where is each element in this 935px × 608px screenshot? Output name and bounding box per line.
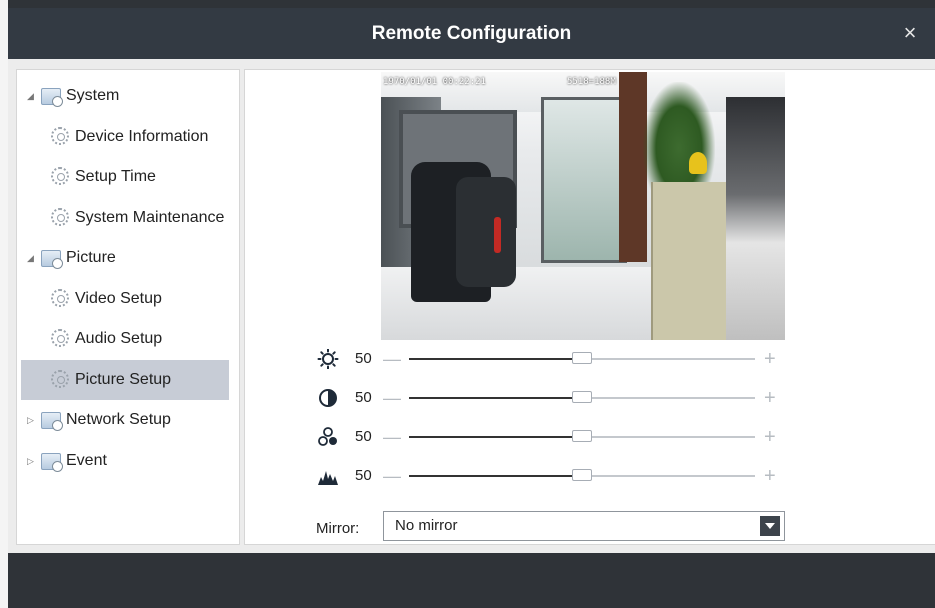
gear-icon xyxy=(51,288,69,307)
contrast-value: 50 xyxy=(355,389,372,406)
title-bar[interactable]: Remote Configuration × xyxy=(8,8,935,59)
tree-item-label: Picture Setup xyxy=(75,370,172,388)
tree-item-picture[interactable]: ◢ Picture xyxy=(17,238,239,278)
contrast-slider-fill xyxy=(409,397,582,399)
saturation-icon xyxy=(317,427,339,447)
tree-item-label: Device Information xyxy=(75,127,209,145)
mirror-label: Mirror: xyxy=(316,520,360,537)
collapsed-arrow-icon[interactable]: ▷ xyxy=(27,400,34,440)
osd-text: 5518=188M xyxy=(567,77,616,87)
mirror-selected-value: No mirror xyxy=(395,517,458,534)
brightness-slider-track[interactable] xyxy=(409,352,755,364)
camera-preview: 1970/01/01 00:22:21 5518=188M xyxy=(381,72,785,340)
gear-icon xyxy=(51,126,69,145)
brightness-increase-button[interactable]: + xyxy=(764,347,776,371)
expanded-arrow-icon[interactable]: ◢ xyxy=(27,238,34,278)
gear-icon xyxy=(51,329,69,347)
saturation-slider-fill xyxy=(409,436,582,438)
tree-item-event[interactable]: ▷ Event xyxy=(17,441,239,481)
saturation-slider-track[interactable] xyxy=(409,430,755,442)
tree-item-label: Picture xyxy=(66,249,116,266)
preview-glass-door xyxy=(541,97,627,263)
preview-cabinet xyxy=(651,182,733,340)
brightness-slider-handle[interactable] xyxy=(572,352,592,364)
close-icon[interactable]: × xyxy=(899,22,921,44)
tree-item-device-information[interactable]: Device Information xyxy=(17,117,239,157)
folder-settings-icon xyxy=(41,250,63,269)
mirror-select[interactable]: No mirror xyxy=(383,511,785,541)
saturation-increase-button[interactable]: + xyxy=(764,425,776,449)
osd-timestamp: 1970/01/01 00:22:21 xyxy=(383,77,486,87)
folder-settings-icon xyxy=(41,412,63,431)
collapsed-arrow-icon[interactable]: ▷ xyxy=(27,441,34,481)
folder-settings-icon xyxy=(41,88,63,107)
saturation-slider-handle[interactable] xyxy=(572,430,592,442)
tree-item-audio-setup[interactable]: Audio Setup xyxy=(17,319,239,359)
brightness-slider-fill xyxy=(409,358,582,360)
sharpness-slider-fill xyxy=(409,475,582,477)
dialog-title: Remote Configuration xyxy=(371,23,572,44)
preview-fire-extinguisher xyxy=(494,217,501,253)
sharpness-slider-track[interactable] xyxy=(409,469,755,481)
brightness-decrease-button[interactable]: — xyxy=(383,347,401,371)
background-strip xyxy=(0,0,8,608)
saturation-decrease-button[interactable]: — xyxy=(383,425,401,449)
preview-shelf xyxy=(726,97,785,340)
tree-item-label: Event xyxy=(66,451,107,469)
contrast-slider-track[interactable] xyxy=(409,391,755,403)
sharpness-value: 50 xyxy=(355,467,372,484)
folder-settings-icon xyxy=(41,452,63,472)
contrast-increase-button[interactable]: + xyxy=(764,386,776,410)
contrast-icon xyxy=(317,388,339,408)
contrast-decrease-button[interactable]: — xyxy=(383,386,401,410)
saturation-slider-row: 50 — + xyxy=(317,425,783,449)
chevron-down-icon[interactable] xyxy=(760,516,780,536)
tree-item-video-setup[interactable]: Video Setup xyxy=(17,279,239,319)
picture-setup-panel: 1970/01/01 00:22:21 5518=188M 50 — +50 — +50… xyxy=(244,69,935,545)
contrast-slider-row: 50 — + xyxy=(317,386,783,410)
preview-lucky-cat xyxy=(689,152,707,174)
remote-configuration-dialog: Remote Configuration × ◢ System Device Inf… xyxy=(8,8,935,553)
brightness-value: 50 xyxy=(355,350,372,367)
tree-item-network-setup[interactable]: ▷ Network Setup xyxy=(17,400,239,440)
brightness-slider-row: 50 — + xyxy=(317,347,783,371)
sharpness-increase-button[interactable]: + xyxy=(764,464,776,488)
settings-tree: ◢ System Device Information Setup Time Syste… xyxy=(16,69,240,545)
expanded-arrow-icon[interactable]: ◢ xyxy=(27,76,34,116)
tree-item-setup-time[interactable]: Setup Time xyxy=(17,157,239,197)
sharpness-decrease-button[interactable]: — xyxy=(383,464,401,488)
gear-icon xyxy=(51,207,69,226)
contrast-slider-handle[interactable] xyxy=(572,391,592,403)
sharpness-slider-row: 50 — + xyxy=(317,464,783,488)
tree-item-system[interactable]: ◢ System xyxy=(17,76,239,116)
tree-item-label: Network Setup xyxy=(66,411,171,428)
tree-item-label: Video Setup xyxy=(75,289,162,307)
saturation-value: 50 xyxy=(355,428,372,445)
tree-item-system-maintenance[interactable]: System Maintenance xyxy=(17,198,239,238)
sharpness-icon xyxy=(317,466,339,486)
tree-item-label: System Maintenance xyxy=(75,208,225,226)
gear-icon xyxy=(51,167,69,185)
tree-item-label: System xyxy=(66,87,120,104)
tree-item-label: Setup Time xyxy=(75,168,156,185)
tree-item-picture-setup[interactable]: Picture Setup xyxy=(21,359,229,400)
sharpness-slider-handle[interactable] xyxy=(572,469,592,481)
gear-icon xyxy=(51,369,69,388)
tree-item-label: Audio Setup xyxy=(75,330,163,347)
brightness-icon xyxy=(317,348,339,370)
preview-plant xyxy=(643,82,715,192)
preview-chair xyxy=(456,177,516,287)
